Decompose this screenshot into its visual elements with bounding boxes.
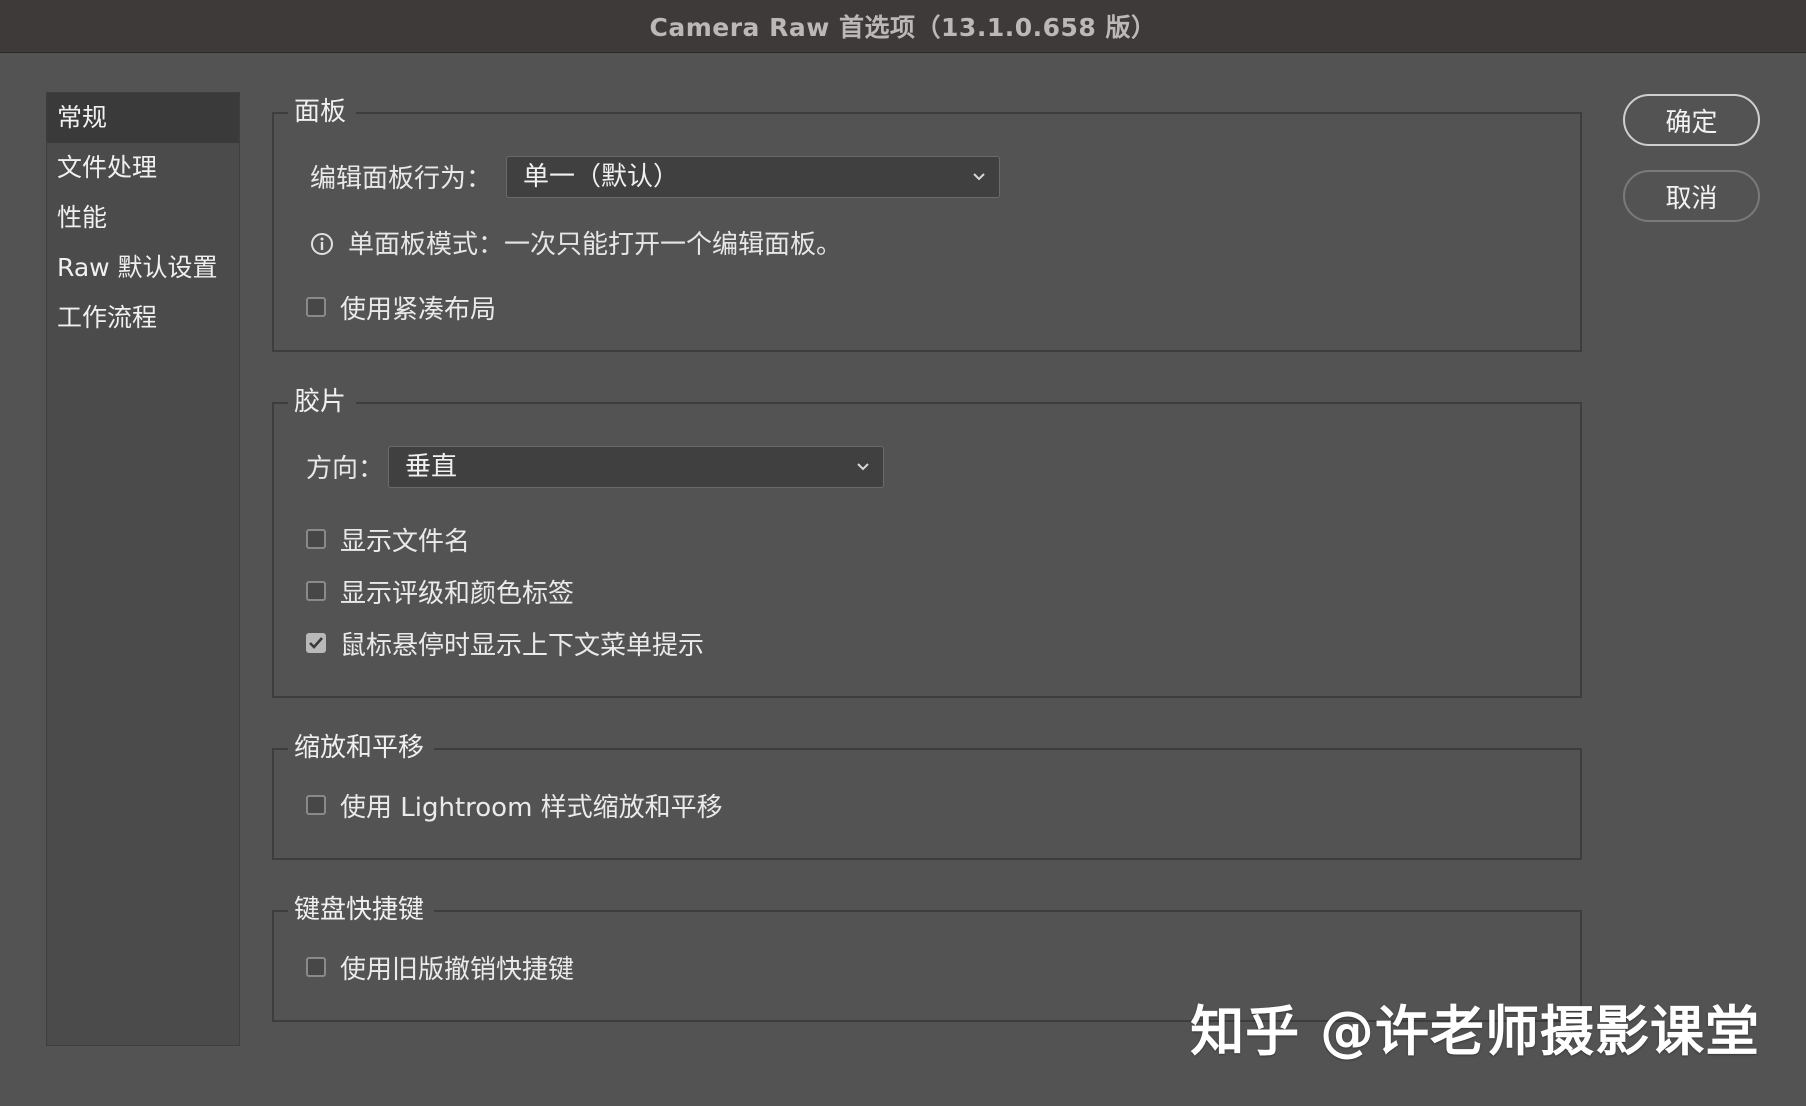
show-filename-checkbox[interactable]: [306, 529, 326, 549]
panels-group: 面板 编辑面板行为： 单一（默认） 单面板模式：一次只能打开一个编辑面板。 使用…: [272, 92, 1582, 352]
single-panel-info-text: 单面板模式：一次只能打开一个编辑面板。: [348, 230, 843, 260]
watermark: 知乎 @许老师摄影课堂: [1190, 1000, 1760, 1063]
legacy-undo-checkbox[interactable]: [306, 957, 326, 977]
window-title: Camera Raw 首选项（13.1.0.658 版）: [649, 13, 1157, 42]
orientation-select[interactable]: 垂直: [388, 446, 884, 488]
sidebar-item-file-handling[interactable]: 文件处理: [47, 143, 239, 193]
show-ratings-label: 显示评级和颜色标签: [340, 578, 575, 609]
sidebar-item-performance[interactable]: 性能: [47, 193, 239, 243]
zoom-pan-group-title: 缩放和平移: [288, 728, 435, 768]
filmstrip-group: 胶片 方向： 垂直 显示文件名 显示评级和颜色标签 鼠标悬停时显示上下文菜单提示: [272, 382, 1582, 698]
lightroom-style-label: 使用 Lightroom 样式缩放和平移: [340, 792, 723, 823]
single-panel-info: 单面板模式：一次只能打开一个编辑面板。: [310, 224, 842, 261]
edit-behavior-label: 编辑面板行为：: [310, 164, 493, 194]
filmstrip-group-title: 胶片: [288, 382, 357, 422]
sidebar-item-general[interactable]: 常规: [47, 93, 239, 143]
sidebar: 常规 文件处理 性能 Raw 默认设置 工作流程: [46, 92, 240, 1046]
compact-layout-checkbox[interactable]: [306, 297, 326, 317]
hover-tips-option[interactable]: 鼠标悬停时显示上下文菜单提示: [306, 626, 705, 661]
cancel-button-label: 取消: [1665, 183, 1718, 214]
cancel-button[interactable]: 取消: [1623, 170, 1760, 222]
orientation-label: 方向：: [306, 454, 385, 484]
hover-tips-checkbox[interactable]: [306, 633, 326, 653]
hover-tips-label: 鼠标悬停时显示上下文菜单提示: [340, 630, 705, 661]
ok-button-label: 确定: [1665, 107, 1718, 138]
window-titlebar: Camera Raw 首选项（13.1.0.658 版）: [0, 0, 1806, 53]
edit-behavior-select[interactable]: 单一（默认）: [506, 156, 1000, 198]
legacy-undo-label: 使用旧版撤销快捷键: [340, 954, 575, 985]
preferences-dialog: Camera Raw 首选项（13.1.0.658 版） 常规 文件处理 性能 …: [0, 0, 1806, 1106]
keyboard-group-title: 键盘快捷键: [288, 890, 435, 930]
show-filename-label: 显示文件名: [340, 526, 471, 557]
show-filename-option[interactable]: 显示文件名: [306, 522, 471, 557]
chevron-down-icon: [855, 447, 871, 487]
lightroom-style-checkbox[interactable]: [306, 795, 326, 815]
sidebar-item-workflow[interactable]: 工作流程: [47, 293, 239, 343]
show-ratings-checkbox[interactable]: [306, 581, 326, 601]
chevron-down-icon: [971, 157, 987, 197]
panels-group-title: 面板: [288, 92, 357, 132]
ok-button[interactable]: 确定: [1623, 94, 1760, 146]
lightroom-style-option[interactable]: 使用 Lightroom 样式缩放和平移: [306, 788, 723, 823]
orientation-value: 垂直: [405, 452, 458, 482]
compact-layout-label: 使用紧凑布局: [340, 294, 497, 325]
compact-layout-option[interactable]: 使用紧凑布局: [306, 290, 497, 325]
checkmark-icon: [309, 637, 323, 649]
show-ratings-option[interactable]: 显示评级和颜色标签: [306, 574, 575, 609]
edit-behavior-value: 单一（默认）: [523, 162, 680, 192]
legacy-undo-option[interactable]: 使用旧版撤销快捷键: [306, 950, 575, 985]
zoom-pan-group: 缩放和平移 使用 Lightroom 样式缩放和平移: [272, 728, 1582, 860]
info-icon: [310, 232, 333, 255]
sidebar-item-raw-defaults[interactable]: Raw 默认设置: [47, 243, 239, 293]
